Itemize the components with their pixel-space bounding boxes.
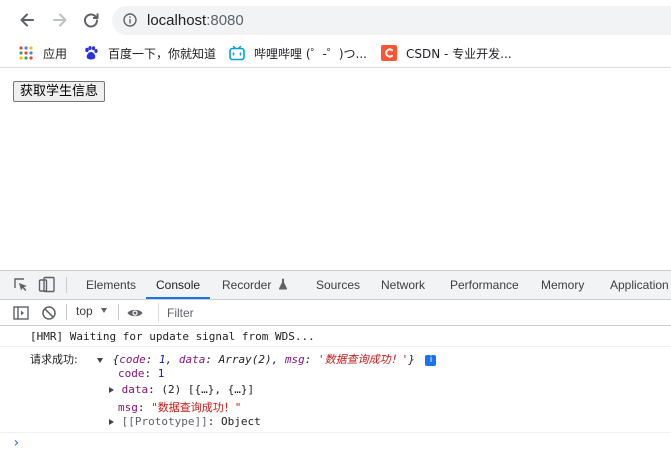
console-row-divider bbox=[0, 346, 671, 347]
devtools-panel: Elements Console Recorder Sources Networ… bbox=[0, 270, 671, 466]
live-expression-button[interactable] bbox=[126, 304, 144, 322]
arrow-right-icon bbox=[53, 13, 67, 27]
object-summary-toggle[interactable]: {code: 1, data: Array(2), msg: '数据查询成功！'… bbox=[97, 351, 671, 367]
bookmark-csdn[interactable]: CSDN - 专业开发... bbox=[381, 43, 512, 63]
tab-recorder[interactable]: Recorder bbox=[222, 271, 288, 299]
reload-icon bbox=[84, 13, 99, 28]
bookmark-bilibili[interactable]: 哔哩哔哩 (゜-゜)つ... bbox=[229, 43, 367, 63]
flask-icon bbox=[278, 278, 287, 290]
fetch-student-info-button[interactable]: 获取学生信息 bbox=[13, 81, 106, 102]
console-prompt-icon[interactable]: › bbox=[12, 435, 671, 451]
prop-key: [[Prototype]] bbox=[121, 415, 208, 428]
toolbar-divider bbox=[66, 277, 67, 293]
inspect-cursor-icon bbox=[14, 278, 27, 291]
url-text: localhost:8080 bbox=[147, 12, 244, 29]
info-badge-icon[interactable]: i bbox=[425, 355, 437, 366]
bookmark-baidu[interactable]: 百度一下，你就知道 bbox=[83, 43, 216, 63]
tab-recorder-label: Recorder bbox=[222, 278, 272, 292]
console-toolbar: top bbox=[0, 300, 671, 326]
reload-button[interactable] bbox=[78, 7, 104, 33]
bilibili-tv-icon bbox=[229, 45, 245, 61]
forward-button[interactable] bbox=[47, 7, 73, 33]
bookmark-label: 哔哩哔哩 (゜-゜)つ... bbox=[254, 46, 367, 61]
bookmark-label: 百度一下，你就知道 bbox=[108, 46, 217, 61]
info-icon[interactable] bbox=[123, 13, 137, 27]
context-selector[interactable]: top bbox=[76, 304, 108, 318]
toolbar-divider bbox=[118, 304, 119, 320]
sidebar-toggle-icon bbox=[13, 306, 29, 320]
console-filter-input[interactable] bbox=[158, 303, 671, 322]
clear-console-button[interactable] bbox=[40, 304, 58, 322]
device-toolbar-button[interactable] bbox=[38, 276, 56, 294]
caret-right-icon bbox=[109, 419, 114, 425]
log-prefix: 请求成功: bbox=[30, 353, 78, 366]
baidu-paw-icon bbox=[83, 45, 99, 61]
prop-row-prototype[interactable]: [[Prototype]]: Object bbox=[109, 415, 671, 428]
caret-right-icon bbox=[109, 387, 114, 393]
prop-row-data[interactable]: data: (2) [{…}, {…}] bbox=[109, 383, 671, 396]
browser-toolbar: localhost:8080 bbox=[0, 0, 671, 40]
prop-value: Object bbox=[220, 415, 261, 428]
tab-network[interactable]: Network bbox=[381, 271, 425, 299]
page-viewport: 获取学生信息 bbox=[0, 68, 671, 270]
prop-row-msg: msg: "数据查询成功！" bbox=[118, 401, 242, 414]
devtools-tabbar: Elements Console Recorder Sources Networ… bbox=[0, 271, 671, 300]
prop-key: code bbox=[118, 367, 145, 380]
bookmark-label: CSDN - 专业开发... bbox=[406, 46, 512, 61]
back-button[interactable] bbox=[14, 7, 40, 33]
context-value: top bbox=[76, 304, 93, 318]
bookmark-apps[interactable]: 应用 bbox=[18, 43, 67, 63]
prop-row-code: code: 1 bbox=[118, 367, 165, 380]
toolbar-divider bbox=[66, 304, 67, 320]
inspect-element-button[interactable] bbox=[12, 276, 30, 294]
tab-sources[interactable]: Sources bbox=[316, 271, 360, 299]
console-message-hmr: [HMR] Waiting for update signal from WDS… bbox=[30, 330, 315, 343]
tab-elements[interactable]: Elements bbox=[86, 271, 136, 299]
toggle-sidebar-button[interactable] bbox=[12, 304, 30, 322]
bookmark-label: 应用 bbox=[43, 46, 68, 61]
caret-down-icon bbox=[97, 357, 103, 363]
tab-performance[interactable]: Performance bbox=[450, 271, 519, 299]
device-mobile-icon bbox=[38, 276, 55, 293]
prop-key: data bbox=[121, 383, 149, 396]
clear-block-icon bbox=[42, 306, 56, 320]
tab-application[interactable]: Application bbox=[610, 271, 669, 299]
eye-icon bbox=[127, 309, 143, 317]
prop-key: msg bbox=[118, 401, 138, 414]
tab-console[interactable]: Console bbox=[146, 271, 211, 299]
url-host: localhost bbox=[147, 12, 207, 29]
csdn-c-icon bbox=[381, 45, 397, 61]
bookmarks-bar: 应用 百度一下，你就知道 哔哩哔哩 (゜-゜)つ... CSDN - 专业开发.… bbox=[0, 40, 671, 66]
prop-value: 1 bbox=[157, 367, 165, 380]
object-summary: {code: 1, data: Array(2), msg: '数据查询成功！'… bbox=[112, 353, 415, 366]
console-output: [HMR] Waiting for update signal from WDS… bbox=[0, 326, 671, 466]
arrow-left-icon bbox=[20, 13, 34, 27]
prop-value: "数据查询成功！" bbox=[151, 401, 242, 414]
address-bar[interactable]: localhost:8080 bbox=[112, 6, 671, 35]
url-port: :8080 bbox=[206, 12, 244, 29]
tab-memory[interactable]: Memory bbox=[541, 271, 584, 299]
apps-grid-icon bbox=[18, 45, 34, 61]
prop-value: (2) [{…}, {…}] bbox=[161, 383, 255, 396]
console-row-divider bbox=[0, 432, 671, 433]
dropdown-triangle-icon bbox=[101, 308, 108, 313]
